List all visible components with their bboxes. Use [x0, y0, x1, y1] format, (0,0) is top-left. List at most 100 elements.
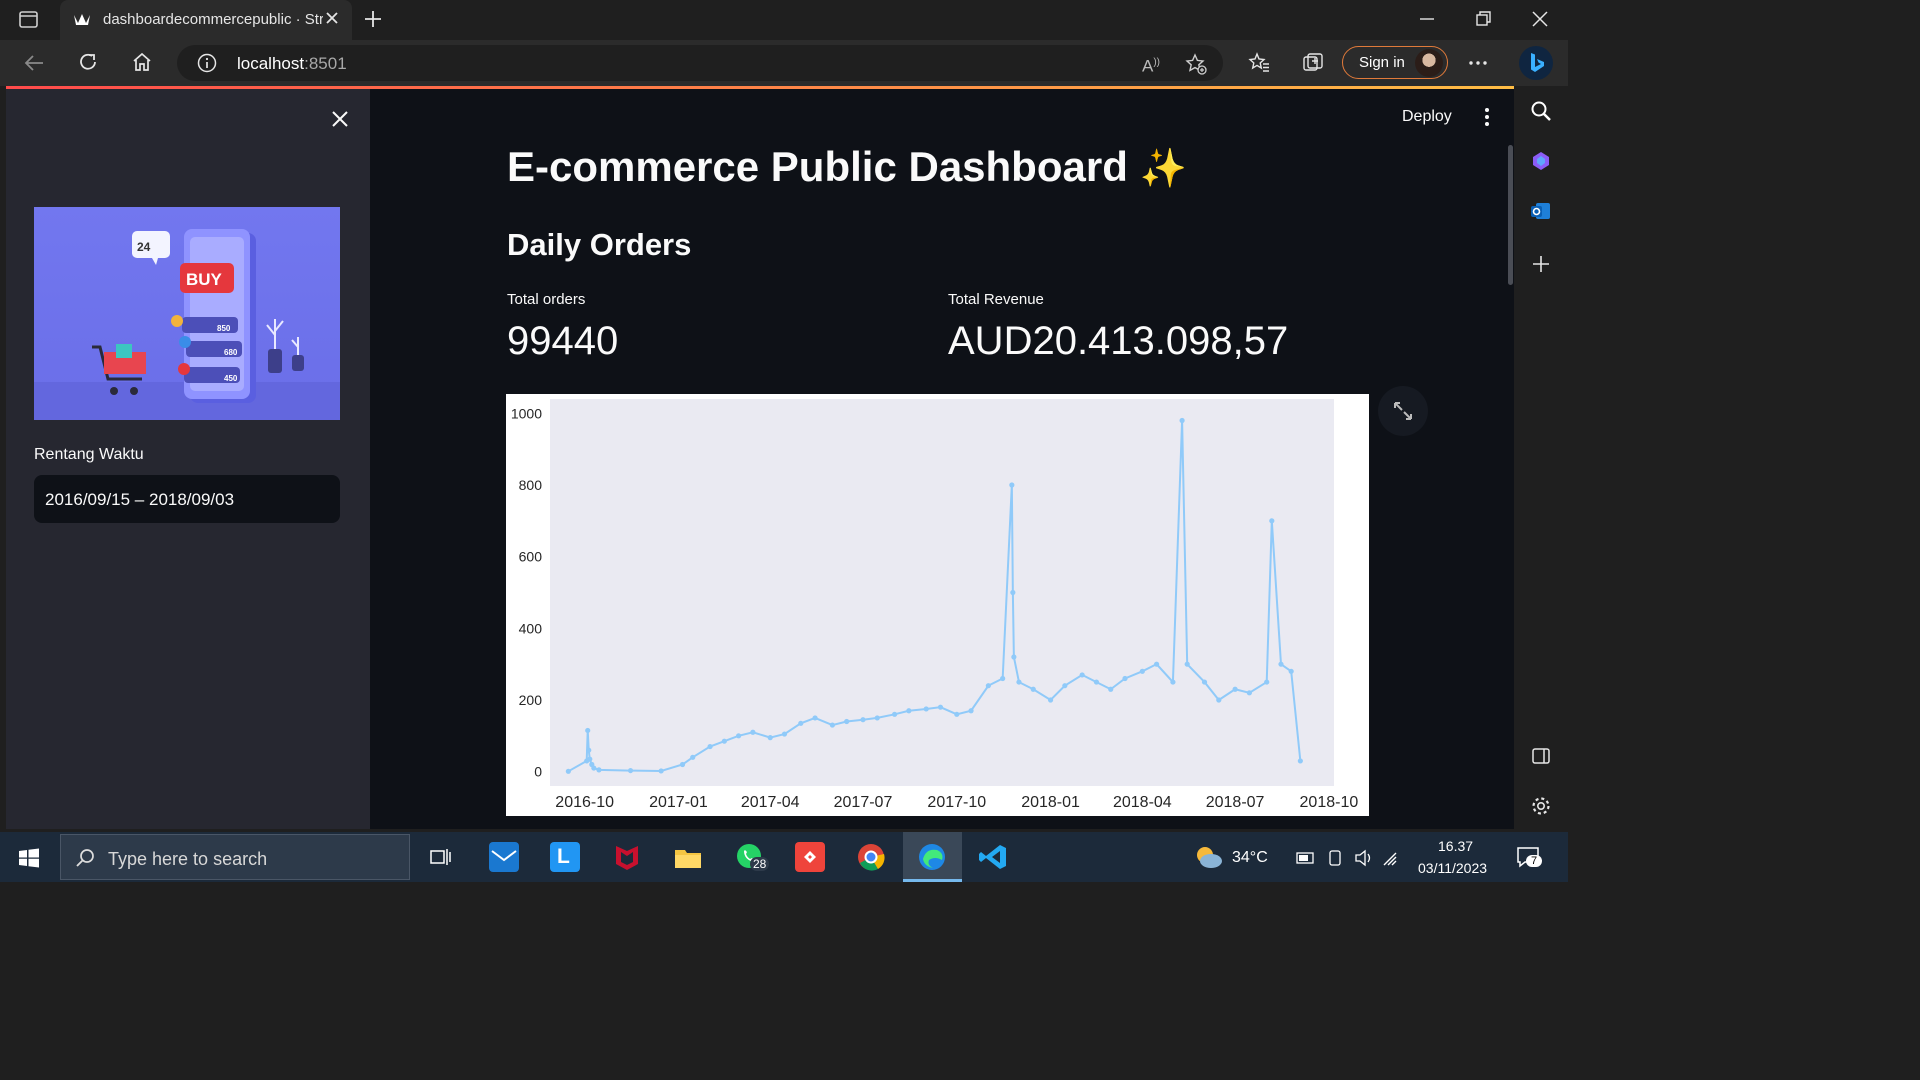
daily-orders-heading: Daily Orders: [507, 227, 692, 262]
sidebar-banner-image: 24 BUY 850 680 450: [34, 207, 340, 420]
edge-taskbar-active[interactable]: [903, 832, 962, 882]
data-point: [1009, 482, 1015, 488]
edge-settings-icon[interactable]: [1530, 795, 1552, 821]
data-point: [736, 733, 742, 739]
y-tick-label: 200: [519, 692, 543, 708]
data-point: [1278, 661, 1284, 667]
lark-app-icon[interactable]: L: [550, 842, 580, 872]
main-scrollbar[interactable]: [1508, 145, 1513, 285]
data-point: [985, 683, 991, 689]
date-range-input[interactable]: 2016/09/15 – 2018/09/03: [34, 475, 340, 523]
read-aloud-icon[interactable]: A)): [1142, 53, 1160, 77]
data-point: [690, 754, 696, 760]
data-point: [1079, 672, 1085, 678]
daily-orders-chart: 0 200 400 600 800 1000 2016-10 2017-01 2017-04 20…: [506, 394, 1369, 816]
x-tick-label: 2016-10: [555, 794, 614, 811]
edge-icon: [919, 844, 945, 870]
data-point: [1108, 686, 1114, 692]
data-point: [591, 765, 597, 771]
refresh-icon[interactable]: [77, 51, 99, 77]
sign-in-button[interactable]: Sign in: [1342, 46, 1448, 79]
collections-icon[interactable]: [1302, 52, 1324, 78]
outlook-icon[interactable]: [1530, 200, 1552, 226]
data-point: [627, 767, 634, 774]
sign-in-label: Sign in: [1359, 54, 1405, 71]
tab-actions-icon[interactable]: [19, 10, 39, 34]
add-favorite-icon[interactable]: [1185, 53, 1207, 79]
mail-app-icon[interactable]: [489, 842, 519, 872]
data-point: [1216, 697, 1222, 703]
data-point: [1201, 679, 1208, 685]
chrome-icon[interactable]: [856, 842, 886, 872]
whatsapp-badge: 28: [750, 857, 770, 871]
data-point: [596, 767, 602, 773]
main-menu-icon[interactable]: [1478, 107, 1496, 131]
data-point: [829, 722, 836, 728]
close-window-icon[interactable]: [1531, 10, 1549, 32]
notifications-icon[interactable]: 7: [1516, 846, 1542, 873]
data-point: [1030, 686, 1036, 692]
temperature: 34°C: [1232, 849, 1268, 866]
data-point: [721, 738, 727, 744]
edge-copilot-icon[interactable]: [1530, 150, 1552, 176]
favorites-icon[interactable]: [1248, 52, 1270, 78]
data-point: [750, 729, 756, 735]
url-host: localhost: [237, 54, 305, 73]
data-point: [1000, 675, 1006, 682]
y-tick-label: 1000: [511, 405, 542, 421]
whatsapp-icon[interactable]: 28: [734, 842, 770, 872]
data-point: [1297, 758, 1303, 764]
taskbar-search[interactable]: Type here to search: [60, 834, 410, 880]
back-icon[interactable]: [23, 52, 45, 78]
weather-icon[interactable]: [1193, 844, 1223, 875]
file-explorer-icon[interactable]: [673, 842, 703, 872]
x-tick-label: 2017-10: [927, 794, 986, 811]
data-point: [923, 706, 929, 712]
restore-icon[interactable]: [1474, 10, 1492, 32]
data-point: [1269, 518, 1275, 524]
search-placeholder: Type here to search: [108, 849, 268, 869]
deploy-button[interactable]: Deploy: [1402, 108, 1452, 126]
data-point: [1011, 654, 1017, 660]
new-tab-icon[interactable]: [363, 9, 383, 33]
avatar: [1415, 49, 1443, 77]
task-view-icon[interactable]: [430, 847, 452, 872]
site-info-icon[interactable]: [197, 53, 217, 77]
close-tab-icon[interactable]: [324, 10, 340, 30]
metric-total-revenue-label: Total Revenue: [948, 291, 1044, 308]
anydesk-icon[interactable]: [795, 842, 825, 872]
minimize-icon[interactable]: [1418, 10, 1436, 32]
x-tick-label: 2018-10: [1300, 794, 1359, 811]
more-options-icon[interactable]: [1467, 52, 1489, 78]
edge-sidebar: [1514, 86, 1568, 832]
edge-search-icon[interactable]: [1530, 100, 1552, 126]
windows-start-icon[interactable]: [19, 848, 39, 873]
date-range-label: Rentang Waktu: [34, 446, 144, 463]
data-point: [1170, 679, 1176, 685]
vscode-icon[interactable]: [978, 842, 1008, 872]
data-point: [954, 711, 960, 717]
data-point: [781, 731, 788, 737]
browser-tab-bar: dashboardecommercepublic · Streamlit: [0, 0, 1568, 40]
data-point: [658, 768, 664, 774]
data-point: [1179, 417, 1185, 424]
data-point: [1264, 679, 1270, 685]
hide-sidebar-icon[interactable]: [1531, 746, 1551, 770]
mcafee-icon[interactable]: [612, 842, 642, 872]
close-sidebar-icon[interactable]: [330, 109, 350, 133]
clock-time: 16.37: [1438, 838, 1474, 854]
fullscreen-button[interactable]: [1378, 386, 1428, 436]
streamlit-favicon-icon: [73, 11, 91, 32]
address-bar[interactable]: localhost:8501 A)): [177, 45, 1223, 81]
browser-tab[interactable]: dashboardecommercepublic · Streamlit: [60, 0, 352, 40]
data-point: [1122, 675, 1128, 682]
x-tick-label: 2018-01: [1021, 794, 1080, 811]
data-point: [1062, 683, 1068, 689]
tray-icons[interactable]: [1296, 848, 1406, 873]
notification-badge: 7: [1526, 855, 1542, 867]
home-icon[interactable]: [131, 51, 153, 77]
data-point: [1016, 679, 1022, 685]
bing-copilot-icon[interactable]: [1518, 45, 1554, 85]
data-point: [707, 743, 713, 750]
add-sidebar-app-icon[interactable]: [1531, 254, 1551, 278]
